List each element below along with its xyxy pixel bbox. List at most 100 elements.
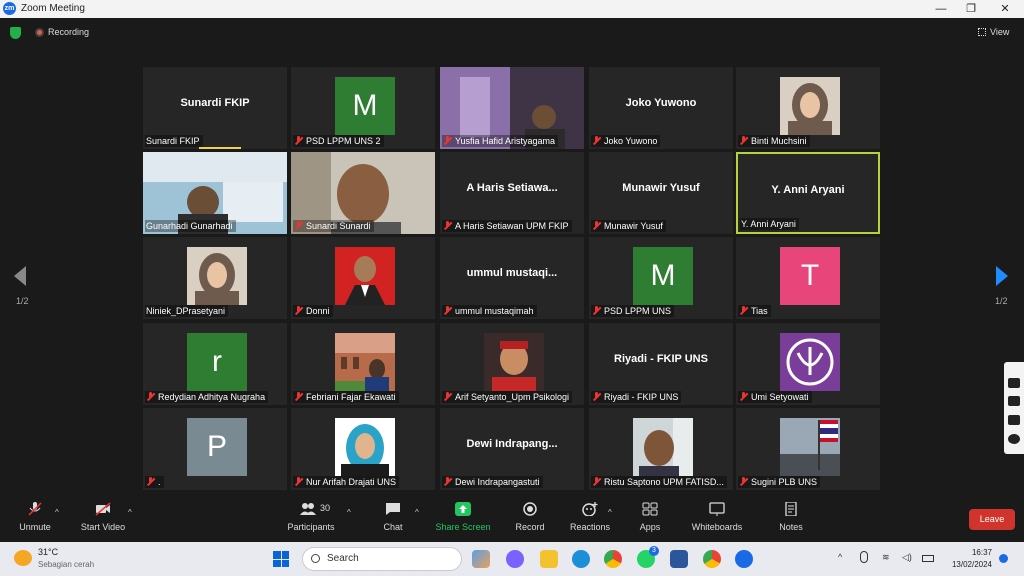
apps-icon	[642, 502, 658, 516]
microphone-muted-icon	[592, 306, 601, 315]
gear-icon[interactable]	[1008, 434, 1020, 444]
shield-icon[interactable]	[10, 27, 21, 39]
participant-tile[interactable]: Binti Muchsini	[736, 67, 880, 149]
participant-tile[interactable]: Dewi Indrapang... Dewi Indrapangastuti	[440, 408, 584, 490]
notification-center-icon[interactable]	[999, 554, 1008, 563]
previous-page-arrow-icon[interactable]	[14, 266, 26, 286]
participant-tile[interactable]: Gunarhadi Gunarhadi	[143, 152, 287, 234]
participant-tile[interactable]: r Redydian Adhitya Nugraha	[143, 323, 287, 405]
participant-tile[interactable]: Munawir Yusuf Munawir Yusuf	[589, 152, 733, 234]
video-off-icon	[95, 502, 111, 516]
participant-display-name: Munawir Yusuf	[622, 182, 700, 194]
maximize-button[interactable]: ❐	[956, 1, 986, 17]
participant-name-label: Gunarhadi Gunarhadi	[145, 220, 236, 232]
weather-temperature[interactable]: 31°C	[38, 547, 58, 557]
participant-tile[interactable]: P.	[143, 408, 287, 490]
microphone-muted-icon	[739, 306, 748, 315]
battery-icon[interactable]	[922, 555, 934, 562]
participant-profile-photo	[780, 418, 840, 476]
participant-tile[interactable]: Febriani Fajar Ekawati	[291, 323, 435, 405]
window-icon[interactable]	[1008, 415, 1020, 425]
grid-icon	[978, 28, 986, 36]
reactions-chevron-icon[interactable]: ^	[608, 508, 612, 517]
leave-button[interactable]: Leave	[969, 509, 1015, 530]
participant-tile[interactable]: Sunardi FKIP Sunardi FKIP	[143, 67, 287, 149]
participant-tile[interactable]: Arif Setyanto_Upm Psikologi	[440, 323, 584, 405]
taskbar-search-box[interactable]: Search	[302, 547, 462, 571]
participant-tile[interactable]: Riyadi - FKIP UNS Riyadi - FKIP UNS	[589, 323, 733, 405]
microphone-icon[interactable]	[860, 551, 868, 563]
participant-tile[interactable]: Sugini PLB UNS	[736, 408, 880, 490]
participants-chevron-icon[interactable]: ^	[347, 508, 351, 517]
recording-label[interactable]: Recording	[48, 27, 89, 37]
view-button[interactable]: View	[978, 27, 1009, 37]
participant-tile[interactable]: Niniek_DPrasetyani	[143, 237, 287, 319]
participant-tile[interactable]: M PSD LPPM UNS	[589, 237, 733, 319]
participant-name: Y. Anni Aryani	[741, 219, 796, 229]
audio-options-chevron-icon[interactable]: ^	[55, 508, 59, 517]
participant-tile[interactable]: ummul mustaqi... ummul mustaqimah	[440, 237, 584, 319]
video-icon[interactable]	[1008, 396, 1020, 406]
windows-start-icon[interactable]	[273, 551, 289, 567]
next-page-arrow-icon[interactable]	[996, 266, 1008, 286]
participant-name: Sugini PLB UNS	[751, 477, 818, 487]
participant-tile[interactable]: Donni	[291, 237, 435, 319]
participant-tile[interactable]: Yusfia Hafid Aristyagama	[440, 67, 584, 149]
participant-tile[interactable]: Y. Anni Aryani Y. Anni Aryani	[736, 152, 880, 234]
weather-description[interactable]: Sebagian cerah	[38, 560, 94, 569]
participant-tile[interactable]: T Tias	[736, 237, 880, 319]
share-screen-button[interactable]: Share Screen	[428, 500, 498, 532]
microphone-muted-icon	[739, 392, 748, 401]
teams-chat-icon[interactable]	[506, 550, 524, 568]
participant-name: Gunarhadi Gunarhadi	[146, 221, 233, 231]
participant-name-label: ummul mustaqimah	[442, 305, 537, 317]
participant-name: Ristu Saptono UPM FATISD...	[604, 477, 724, 487]
camera-icon[interactable]	[1008, 378, 1020, 388]
microphone-muted-icon	[592, 136, 601, 145]
microphone-muted-icon	[443, 136, 452, 145]
microphone-muted-icon	[443, 221, 452, 230]
participant-tile[interactable]: Ristu Saptono UPM FATISD...	[589, 408, 733, 490]
participant-tile[interactable]: A Haris Setiawa... A Haris Setiawan UPM F…	[440, 152, 584, 234]
participant-tile[interactable]: Joko Yuwono Joko Yuwono	[589, 67, 733, 149]
participants-button[interactable]: 30 Participants	[276, 500, 346, 532]
unmute-button[interactable]: Unmute	[0, 500, 70, 532]
whiteboards-button[interactable]: Whiteboards	[682, 500, 752, 532]
close-button[interactable]: ✕	[990, 1, 1020, 17]
file-explorer-icon[interactable]	[540, 550, 558, 568]
participant-profile-photo	[187, 247, 247, 305]
notes-icon	[785, 502, 797, 516]
whiteboards-label: Whiteboards	[691, 522, 743, 532]
participant-name-label: Ristu Saptono UPM FATISD...	[591, 476, 727, 488]
participant-name: Febriani Fajar Ekawati	[306, 392, 396, 402]
zoom-taskbar-icon[interactable]	[735, 550, 753, 568]
weather-icon[interactable]	[14, 550, 32, 566]
video-options-chevron-icon[interactable]: ^	[128, 508, 132, 517]
minimize-button[interactable]: —	[926, 1, 956, 17]
widget-icon[interactable]	[472, 550, 490, 568]
word-icon[interactable]	[670, 550, 688, 568]
participant-name-label: Tias	[738, 305, 771, 317]
start-video-label: Start Video	[80, 522, 126, 532]
participant-profile-photo	[780, 77, 840, 135]
chat-chevron-icon[interactable]: ^	[415, 508, 419, 517]
speaker-icon[interactable]: ◁)	[902, 552, 912, 563]
participant-name: Yusfia Hafid Aristyagama	[455, 136, 556, 146]
participant-tile[interactable]: Sunardi Sunardi	[291, 152, 435, 234]
floating-side-toolbar[interactable]	[1004, 362, 1024, 454]
participant-name-label: Joko Yuwono	[591, 135, 661, 147]
chrome-profile-icon[interactable]	[703, 550, 721, 568]
microphone-muted-icon	[294, 306, 303, 315]
participant-tile[interactable]: Nur Arifah Drajati UNS	[291, 408, 435, 490]
chrome-icon[interactable]	[604, 550, 622, 568]
taskbar-clock[interactable]: 16:37 13/02/2024	[944, 547, 992, 571]
notes-button[interactable]: Notes	[756, 500, 826, 532]
participant-tile[interactable]: M PSD LPPM UNS 2	[291, 67, 435, 149]
participant-avatar: M	[633, 247, 693, 305]
wifi-icon[interactable]: ≋	[882, 552, 890, 563]
show-hidden-icons-chevron-icon[interactable]: ^	[838, 552, 842, 562]
edge-browser-icon[interactable]	[572, 550, 590, 568]
participant-tile[interactable]: Umi Setyowati	[736, 323, 880, 405]
participant-name-label: Donni	[293, 305, 333, 317]
apps-button[interactable]: Apps	[615, 500, 685, 532]
